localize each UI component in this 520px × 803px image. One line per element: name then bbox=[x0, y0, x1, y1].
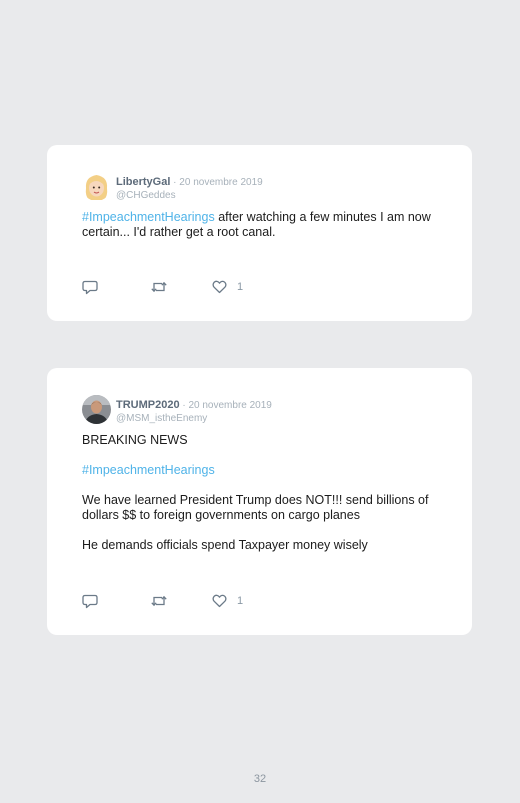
user-handle[interactable]: @MSM_istheEnemy bbox=[116, 412, 272, 425]
heart-icon bbox=[212, 594, 227, 608]
display-name[interactable]: TRUMP2020 bbox=[116, 399, 180, 411]
tweet-card: TRUMP2020 · 20 novembre 2019 @MSM_istheE… bbox=[47, 368, 472, 635]
tweet-text: BREAKING NEWS #ImpeachmentHearings We ha… bbox=[82, 433, 437, 553]
avatar[interactable] bbox=[82, 172, 111, 201]
page-number: 32 bbox=[253, 773, 267, 785]
tweet-meta: TRUMP2020 · 20 novembre 2019 @MSM_istheE… bbox=[116, 397, 272, 425]
retweet-icon bbox=[151, 281, 167, 293]
user-handle[interactable]: @CHGeddes bbox=[116, 189, 263, 202]
tweet-date[interactable]: 20 novembre 2019 bbox=[188, 400, 271, 411]
tweet-actions: 1 bbox=[82, 593, 243, 609]
profile-photo-icon bbox=[82, 395, 111, 424]
tweet-header: LibertyGal · 20 novembre 2019 @CHGeddes bbox=[82, 171, 437, 205]
reply-button[interactable] bbox=[82, 280, 98, 295]
hashtag-link[interactable]: #ImpeachmentHearings bbox=[82, 210, 215, 224]
retweet-button[interactable] bbox=[150, 594, 168, 608]
separator: · bbox=[170, 177, 180, 188]
comment-icon bbox=[82, 280, 98, 294]
tweet-header: TRUMP2020 · 20 novembre 2019 @MSM_istheE… bbox=[82, 394, 437, 428]
avatar[interactable] bbox=[82, 395, 111, 424]
tweet-date[interactable]: 20 novembre 2019 bbox=[179, 177, 262, 188]
like-button[interactable]: 1 bbox=[212, 594, 243, 608]
heart-icon bbox=[212, 280, 227, 294]
tweet-text: #ImpeachmentHearings after watching a fe… bbox=[82, 210, 437, 240]
tweet-card: LibertyGal · 20 novembre 2019 @CHGeddes … bbox=[47, 145, 472, 321]
cartoon-avatar-icon bbox=[82, 172, 111, 201]
like-button[interactable]: 1 bbox=[212, 280, 243, 294]
tweet-paragraph: We have learned President Trump does NOT… bbox=[82, 493, 429, 522]
display-name[interactable]: LibertyGal bbox=[116, 176, 170, 188]
tweet-paragraph: BREAKING NEWS bbox=[82, 433, 188, 447]
tweet-paragraph: He demands officials spend Taxpayer mone… bbox=[82, 538, 368, 552]
hashtag-link[interactable]: #ImpeachmentHearings bbox=[82, 463, 215, 477]
reply-button[interactable] bbox=[82, 594, 98, 609]
retweet-button[interactable] bbox=[150, 280, 168, 294]
like-count: 1 bbox=[237, 595, 244, 607]
tweet-actions: 1 bbox=[82, 279, 243, 295]
comment-icon bbox=[82, 594, 98, 608]
retweet-icon bbox=[151, 595, 167, 607]
tweet-meta: LibertyGal · 20 novembre 2019 @CHGeddes bbox=[116, 174, 263, 202]
like-count: 1 bbox=[237, 281, 244, 293]
